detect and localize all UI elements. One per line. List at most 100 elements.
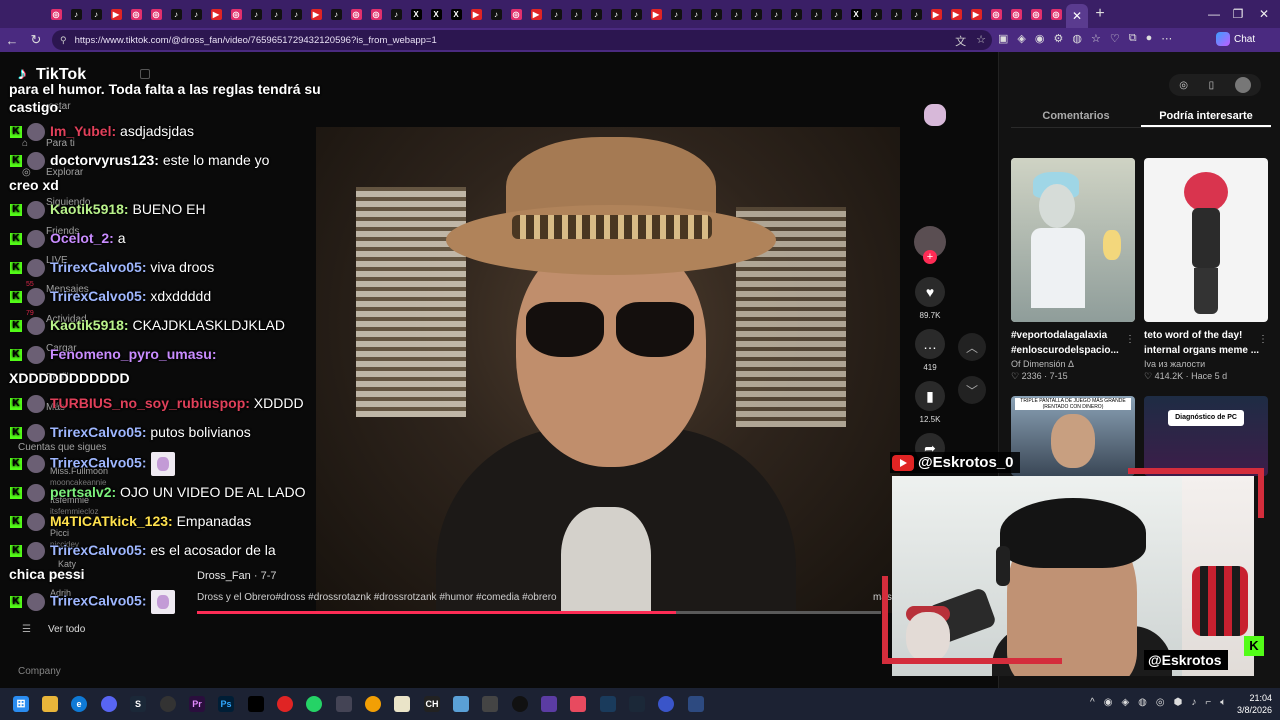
app-icon[interactable] [160,696,176,712]
browser-tab[interactable]: ▶ [206,0,226,28]
browser-tab[interactable]: X [446,0,466,28]
app-icon[interactable] [570,696,586,712]
app-icon[interactable] [688,696,704,712]
close-window-button[interactable]: ✕ [1246,0,1280,28]
more-options-icon[interactable]: ⋮ [1258,334,1268,345]
next-video-button[interactable]: ﹀ [958,376,986,404]
browser-tab[interactable]: ♪ [806,0,826,28]
media-icon[interactable] [277,696,293,712]
favorites-icon[interactable]: ☆ [1091,32,1101,45]
translate-icon[interactable]: 文 [955,33,966,49]
browser-tab[interactable]: ♪ [706,0,726,28]
photoshop-icon[interactable]: Ps [218,696,234,712]
app-icon[interactable] [600,696,616,712]
active-tab-close-icon[interactable]: ✕ [1066,4,1088,28]
tab-comentarios[interactable]: Comentarios [1011,104,1141,127]
app-icon[interactable] [365,696,381,712]
extension-icon[interactable]: ▣ [998,32,1008,45]
recommended-video-card[interactable]: #veportodalagalaxia #enloscurodelspacio.… [1011,158,1135,382]
browser-tab[interactable]: ♪ [486,0,506,28]
extension-icon[interactable]: ⚙ [1053,32,1063,45]
browser-tab[interactable]: ♪ [586,0,606,28]
address-bar[interactable]: ⚲ https://www.tiktok.com/@dross_fan/vide… [52,30,992,50]
browser-tab[interactable]: ▶ [526,0,546,28]
user-avatar[interactable] [1234,77,1251,93]
discord-icon[interactable] [101,696,117,712]
browser-tab[interactable]: ▶ [106,0,126,28]
tray-volume-icon[interactable]: 🔈︎ [1220,697,1226,708]
video-progress-bar[interactable] [197,611,881,614]
tray-discord-icon[interactable]: ◍ [1138,697,1147,708]
app-icon[interactable] [394,696,410,712]
browser-tab[interactable]: ▶ [926,0,946,28]
browser-tab[interactable]: ♪ [246,0,266,28]
tray-chevron-icon[interactable]: ^ [1090,697,1095,708]
browser-tab[interactable]: ▶ [646,0,666,28]
browser-tab[interactable]: ♪ [546,0,566,28]
app-icon[interactable] [541,696,557,712]
browser-tab[interactable]: ♪ [626,0,646,28]
browser-tab[interactable]: X [406,0,426,28]
site-info-icon[interactable]: ⚲ [60,35,67,46]
recommended-video-card[interactable]: teto word of the day! internal organs me… [1144,158,1268,382]
collapse-sidebar-icon[interactable] [140,69,150,79]
browser-tab[interactable]: ▶ [466,0,486,28]
browser-tab[interactable]: ♪ [286,0,306,28]
premiere-icon[interactable]: Pr [189,696,205,712]
browser-tab[interactable]: ◎ [506,0,526,28]
creator-avatar-button[interactable]: + [910,226,950,264]
browser-tab[interactable]: ♪ [266,0,286,28]
browser-tab[interactable]: X [426,0,446,28]
browser-tab[interactable]: ♪ [786,0,806,28]
browser-tab[interactable]: ◎ [366,0,386,28]
obs-icon[interactable] [512,696,528,712]
browser-tab[interactable]: ♪ [166,0,186,28]
file-explorer-icon[interactable] [42,696,58,712]
app-icon[interactable] [658,696,674,712]
capcut-icon[interactable] [248,696,264,712]
browser-tab[interactable]: ▶ [306,0,326,28]
company-link[interactable]: Company [18,666,61,677]
app-icon[interactable] [482,696,498,712]
extension-icon[interactable]: ◍ [1072,32,1082,45]
app-icon[interactable] [336,696,352,712]
previous-video-button[interactable]: ︿ [958,333,986,361]
bookmark-star-icon[interactable]: ☆ [976,33,986,49]
tab-list-icon[interactable] [26,0,46,28]
comment-button[interactable]: … 419 [910,329,950,372]
tab-podria-interesarte[interactable]: Podría interesarte [1141,104,1271,127]
browser-tab[interactable]: ♪ [886,0,906,28]
follow-plus-icon[interactable]: + [923,250,937,264]
browser-tab[interactable]: ♪ [826,0,846,28]
browser-tab[interactable]: ♪ [746,0,766,28]
tray-app-icon[interactable]: ⬢ [1174,697,1183,708]
steam-icon[interactable] [629,696,645,712]
start-windows-icon[interactable]: ⊞ [13,696,29,712]
browser-tab[interactable]: ♪ [326,0,346,28]
profile-avatar-icon[interactable]: ● [1146,32,1153,45]
new-tab-button[interactable]: + [1088,0,1112,28]
browser-tab[interactable]: ♪ [686,0,706,28]
tray-network-icon[interactable]: ⌐ [1205,697,1211,708]
tray-steam-icon[interactable]: ◎ [1156,697,1165,708]
browser-tab[interactable]: ◎ [1026,0,1046,28]
collections-icon[interactable]: ♡ [1110,32,1120,45]
back-button[interactable]: ← [0,28,24,52]
extension-icon[interactable]: ◉ [1035,32,1045,45]
browser-tab[interactable]: ♪ [66,0,86,28]
browser-tab[interactable]: ◎ [346,0,366,28]
coin-icon[interactable]: ◎ [1179,80,1188,91]
browser-tab[interactable]: ▶ [946,0,966,28]
browser-tab[interactable]: ♪ [606,0,626,28]
copilot-chat-button[interactable]: Chat [1216,32,1255,46]
like-button[interactable]: ♥ 89.7K [910,277,950,320]
browser-tab[interactable]: ♪ [866,0,886,28]
browser-tab[interactable]: ♪ [386,0,406,28]
browser-tab[interactable]: ◎ [146,0,166,28]
browser-tab[interactable]: ◎ [126,0,146,28]
app-icon[interactable] [453,696,469,712]
browser-tab[interactable]: ♪ [766,0,786,28]
browser-tab[interactable]: ♪ [666,0,686,28]
browser-tab[interactable]: ♪ [86,0,106,28]
browser-tab[interactable]: ◎ [1006,0,1026,28]
